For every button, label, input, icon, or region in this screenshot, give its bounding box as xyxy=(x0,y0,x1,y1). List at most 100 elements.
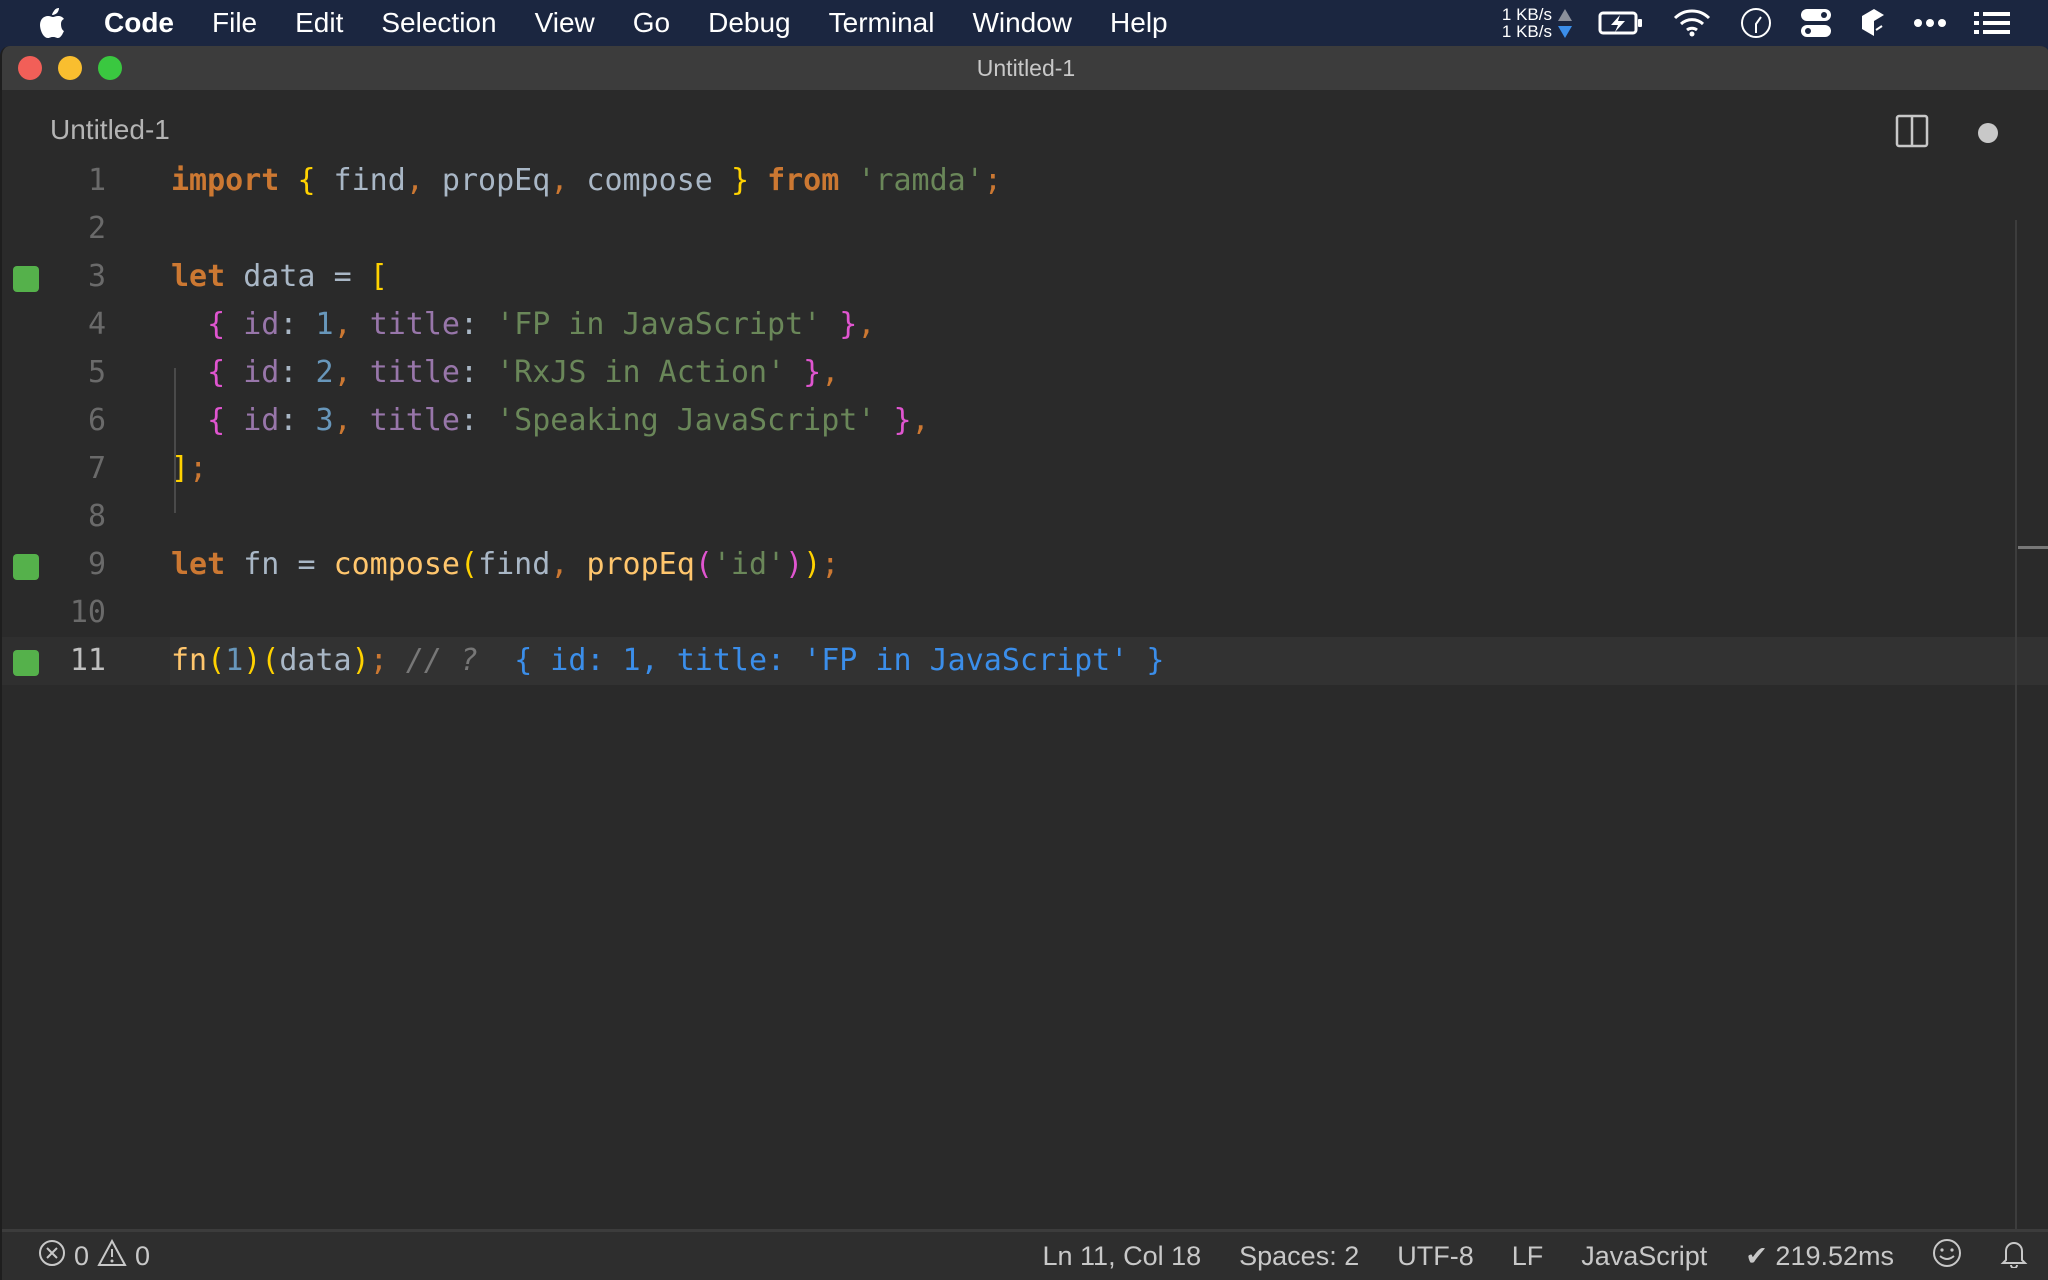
code-token: ) xyxy=(785,547,804,582)
code-token: propEq xyxy=(423,163,551,198)
code-token: : xyxy=(460,355,497,390)
code-token: compose xyxy=(568,163,731,198)
code-line[interactable]: 4 { id: 1, title: 'FP in JavaScript' }, xyxy=(2,301,2048,349)
code-text: ]; xyxy=(171,445,207,493)
list-icon[interactable] xyxy=(1974,11,2010,35)
code-line[interactable]: 7]; xyxy=(2,445,2048,493)
menu-help[interactable]: Help xyxy=(1110,7,1168,39)
indentation-setting[interactable]: Spaces: 2 xyxy=(1239,1241,1359,1272)
app-icon[interactable] xyxy=(1860,8,1886,38)
line-number: 7 xyxy=(87,451,106,486)
vertical-scrollbar-track[interactable] xyxy=(2015,220,2017,1230)
quokka-timing[interactable]: ✔ 219.52ms xyxy=(1745,1241,1894,1272)
menu-app-code[interactable]: Code xyxy=(104,7,174,39)
code-line[interactable]: 2 xyxy=(2,205,2048,253)
menubar-status-area: 1 KB/s 1 KB/s xyxy=(1502,0,2048,46)
menu-window[interactable]: Window xyxy=(972,7,1072,39)
unsaved-changes-dot-icon[interactable] xyxy=(1978,123,1998,143)
line-number: 8 xyxy=(87,499,106,534)
code-token: ( xyxy=(460,547,479,582)
network-up-rate: 1 KB/s xyxy=(1501,5,1552,24)
code-line[interactable]: 11 fn(1)(data); // ? { id: 1, title: 'FP … xyxy=(2,637,2048,685)
split-editor-icon[interactable] xyxy=(1895,114,1929,153)
code-token: ( xyxy=(207,643,226,678)
battery-charging-icon[interactable] xyxy=(1598,10,1644,36)
zoom-window-button[interactable] xyxy=(98,56,122,80)
code-line[interactable]: 6 { id: 3, title: 'Speaking JavaScript' … xyxy=(2,397,2048,445)
problems-indicator[interactable]: 0 0 xyxy=(38,1238,150,1274)
menu-go[interactable]: Go xyxy=(633,7,670,39)
menu-view[interactable]: View xyxy=(535,7,595,39)
code-token: 'Speaking JavaScript' xyxy=(496,403,876,438)
code-token: 3 xyxy=(315,403,334,438)
code-token: , xyxy=(550,163,569,198)
inline-result: { id: 1, title: 'FP in JavaScript' } xyxy=(514,643,1165,678)
cursor-position[interactable]: Ln 11, Col 18 xyxy=(1043,1241,1202,1272)
line-number: 10 xyxy=(69,595,106,630)
upload-arrow-icon xyxy=(1558,8,1572,21)
code-token: find xyxy=(478,547,551,582)
code-token: // ? xyxy=(405,643,479,678)
coverage-marker-icon xyxy=(13,266,39,292)
macos-menubar: Code File Edit Selection View Go Debug T… xyxy=(0,0,2048,46)
menu-selection[interactable]: Selection xyxy=(381,7,496,39)
code-token: compose xyxy=(333,547,460,582)
toggle-icon[interactable] xyxy=(1800,8,1832,38)
language-mode[interactable]: JavaScript xyxy=(1581,1241,1707,1272)
code-editor[interactable]: 1 import { find, propEq, compose } from '… xyxy=(2,163,2048,1192)
close-window-button[interactable] xyxy=(18,56,42,80)
line-number: 2 xyxy=(87,211,106,246)
code-token: { xyxy=(207,403,226,438)
file-encoding[interactable]: UTF-8 xyxy=(1397,1241,1474,1272)
status-bar: 0 0 Ln 11, Col 18 Spaces: 2 UTF-8 LF Jav… xyxy=(2,1229,2048,1280)
menu-edit[interactable]: Edit xyxy=(295,7,343,39)
menu-file[interactable]: File xyxy=(212,7,257,39)
scrollbar-cursor-indicator xyxy=(2018,546,2048,549)
network-monitor[interactable]: 1 KB/s 1 KB/s xyxy=(1502,6,1572,40)
code-line[interactable]: 9 let fn = compose(find, propEq('id')); xyxy=(2,541,2048,589)
code-token: , xyxy=(405,163,424,198)
code-token: 'FP in JavaScript' xyxy=(496,307,822,342)
code-line[interactable]: 5 { id: 2, title: 'RxJS in Action' }, xyxy=(2,349,2048,397)
code-token: 1 xyxy=(225,643,244,678)
error-icon xyxy=(38,1239,66,1274)
more-icon[interactable] xyxy=(1914,18,1946,28)
code-line[interactable]: 1 import { find, propEq, compose } from '… xyxy=(2,157,2048,205)
code-text: { id: 3, title: 'Speaking JavaScript' }, xyxy=(171,397,929,445)
code-token: , xyxy=(333,403,352,438)
code-line[interactable]: 3 let data = [ xyxy=(2,253,2048,301)
code-line[interactable]: 8 xyxy=(2,493,2048,541)
code-line[interactable]: 10 xyxy=(2,589,2048,637)
code-token: , xyxy=(550,547,569,582)
notifications-bell-icon[interactable] xyxy=(2000,1238,2028,1275)
wifi-icon[interactable] xyxy=(1672,9,1712,37)
code-token: ; xyxy=(983,163,1002,198)
window-controls xyxy=(18,56,122,80)
end-of-line-sequence[interactable]: LF xyxy=(1512,1241,1544,1272)
clock-icon[interactable] xyxy=(1740,7,1772,39)
code-token: ( xyxy=(694,547,713,582)
code-text: { id: 2, title: 'RxJS in Action' }, xyxy=(171,349,839,397)
menu-terminal[interactable]: Terminal xyxy=(829,7,935,39)
code-token: : xyxy=(279,307,316,342)
feedback-smiley-icon[interactable] xyxy=(1932,1238,1962,1275)
menu-debug[interactable]: Debug xyxy=(708,7,791,39)
code-token: { xyxy=(207,355,226,390)
code-text: let data = [ xyxy=(171,253,388,301)
tab-untitled-1[interactable]: Untitled-1 xyxy=(50,114,170,146)
code-token: : xyxy=(279,403,316,438)
code-token: 'RxJS in Action' xyxy=(496,355,786,390)
code-token: id xyxy=(243,355,280,390)
minimize-window-button[interactable] xyxy=(58,56,82,80)
apple-menu-icon[interactable] xyxy=(40,8,70,38)
